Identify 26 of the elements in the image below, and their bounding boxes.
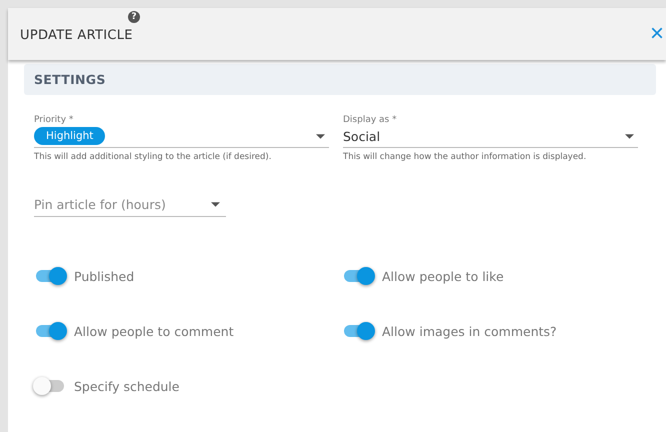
help-icon[interactable]: ? xyxy=(128,11,140,23)
caret-icon xyxy=(625,134,634,138)
toggle-switch[interactable] xyxy=(36,380,64,392)
close-button[interactable]: × xyxy=(648,22,666,46)
toggle-label: Published xyxy=(74,268,134,284)
dialog-title: UPDATE ARTICLE xyxy=(20,26,133,42)
pin-select[interactable]: Pin article for (hours) xyxy=(34,192,226,217)
toggle-label: Specify schedule xyxy=(74,378,180,394)
selected-value: Social xyxy=(343,128,380,144)
field-label: Priority * xyxy=(34,115,74,125)
field-hint: This will add additional styling to the article (if desired). xyxy=(34,152,272,162)
toggle-switch[interactable] xyxy=(344,325,372,337)
toggle-switch[interactable] xyxy=(36,325,64,337)
toggle-switch[interactable] xyxy=(36,270,64,282)
field-hint: This will change how the author information is displayed. xyxy=(343,152,588,162)
select-field[interactable]: Highlight xyxy=(34,125,329,148)
toggle-label: Allow people to like xyxy=(382,268,504,284)
caret-icon xyxy=(316,134,325,138)
field-label: Display as * xyxy=(343,115,398,125)
toggle-switch[interactable] xyxy=(344,270,372,282)
toggle-label: Allow images in comments? xyxy=(382,324,557,338)
section-title: SETTINGS xyxy=(34,72,106,87)
caret-icon xyxy=(211,202,220,207)
selected-chip[interactable]: Highlight xyxy=(34,127,106,145)
select-field[interactable]: Social xyxy=(343,125,638,148)
toggle-label: Allow people to comment xyxy=(74,324,234,338)
